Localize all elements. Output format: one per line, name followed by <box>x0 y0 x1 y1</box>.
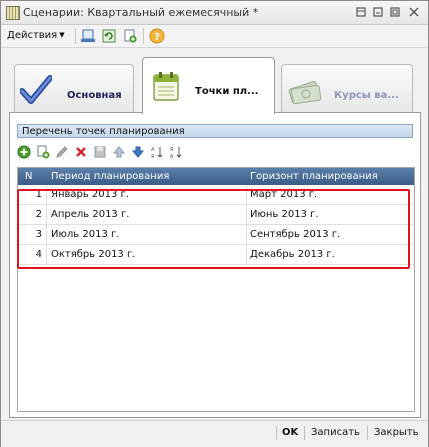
menu-icon[interactable] <box>353 4 369 20</box>
help-icon[interactable]: ? <box>149 28 165 44</box>
row-number: 2 <box>35 209 42 220</box>
table-row[interactable]: 2 Апрель 2013 г. Июнь 2013 г. <box>18 205 414 225</box>
footer-divider <box>367 426 368 440</box>
save-disk-icon[interactable] <box>93 145 107 159</box>
maximize-icon[interactable] <box>387 4 403 20</box>
svg-text:Я: Я <box>151 154 154 159</box>
window: Сценарии: Квартальный ежемесячный * Дейс… <box>0 0 429 447</box>
ok-button[interactable]: OK <box>282 427 298 438</box>
svg-text:A: A <box>170 154 174 159</box>
footer-divider <box>276 426 277 440</box>
horizon-cell[interactable]: Июнь 2013 г. <box>250 209 319 220</box>
sort-descending-icon[interactable]: ЯA <box>169 145 183 159</box>
refresh-icon[interactable] <box>101 28 117 44</box>
toolbar-divider <box>143 28 144 44</box>
tabs-area: Основная Точки пл... Курсы ва... Перечен… <box>9 57 421 418</box>
bottom-bar: OK Записать Закрыть <box>1 420 428 447</box>
column-header-horizon[interactable]: Горизонт планирования <box>250 171 378 182</box>
table-row[interactable]: 3 Июль 2013 г. Сентябрь 2013 г. <box>18 225 414 245</box>
period-cell[interactable]: Апрель 2013 г. <box>51 209 129 220</box>
save-button[interactable]: Записать <box>311 427 360 438</box>
tab-main-label: Основная <box>67 90 122 101</box>
svg-text:Я: Я <box>170 147 173 153</box>
planning-points-grid: N Период планирования Горизонт планирова… <box>17 167 415 412</box>
actions-menu-button[interactable]: Действия ▼ <box>7 30 65 41</box>
svg-text:?: ? <box>154 32 160 43</box>
add-row-icon[interactable] <box>17 145 31 159</box>
tab-planning-points-label: Точки пл... <box>195 86 259 97</box>
check-icon <box>20 75 52 104</box>
horizon-cell[interactable]: Март 2013 г. <box>250 189 317 200</box>
grid-header: N Период планирования Горизонт планирова… <box>18 168 414 185</box>
close-button[interactable]: Закрыть <box>374 427 419 438</box>
money-icon <box>288 81 322 105</box>
column-divider <box>46 185 47 265</box>
svg-text:A: A <box>151 147 155 153</box>
minimize-icon[interactable] <box>370 4 386 20</box>
period-cell[interactable]: Январь 2013 г. <box>51 189 129 200</box>
sort-ascending-icon[interactable]: AЯ <box>150 145 164 159</box>
section-title: Перечень точек планирования <box>17 124 413 138</box>
footer-divider <box>304 426 305 440</box>
app-icon <box>6 6 20 20</box>
table-row[interactable]: 1 Январь 2013 г. Март 2013 г. <box>18 185 414 205</box>
close-icon[interactable] <box>406 4 422 20</box>
horizon-cell[interactable]: Декабрь 2013 г. <box>250 249 335 260</box>
move-down-icon[interactable] <box>131 145 145 159</box>
delete-icon[interactable] <box>74 145 88 159</box>
post-document-icon[interactable] <box>80 28 96 44</box>
column-header-period[interactable]: Период планирования <box>51 171 169 182</box>
column-divider <box>246 185 247 265</box>
period-cell[interactable]: Июль 2013 г. <box>51 229 119 240</box>
chevron-down-icon: ▼ <box>59 31 65 39</box>
copy-row-icon[interactable] <box>36 145 50 159</box>
row-number: 4 <box>35 249 42 260</box>
title-bar: Сценарии: Квартальный ежемесячный * <box>1 1 428 25</box>
period-cell[interactable]: Октябрь 2013 г. <box>51 249 135 260</box>
tab-exchange-rates-label: Курсы ва... <box>334 90 399 101</box>
window-title: Сценарии: Квартальный ежемесячный * <box>23 6 259 19</box>
actions-menu-label: Действия <box>7 30 58 41</box>
main-toolbar: Действия ▼ ? <box>1 25 428 48</box>
column-header-n[interactable]: N <box>25 171 32 182</box>
row-number: 1 <box>35 189 42 200</box>
move-up-icon[interactable] <box>112 145 126 159</box>
table-row[interactable]: 4 Октябрь 2013 г. Декабрь 2013 г. <box>18 245 414 265</box>
tab-planning-points[interactable]: Точки пл... <box>142 57 275 114</box>
copy-document-icon[interactable] <box>122 28 138 44</box>
edit-pencil-icon[interactable] <box>55 145 69 159</box>
horizon-cell[interactable]: Сентябрь 2013 г. <box>250 229 340 240</box>
row-number: 3 <box>35 229 42 240</box>
grid-toolbar: AЯ ЯA <box>17 145 317 161</box>
tab-exchange-rates[interactable]: Курсы ва... <box>281 64 413 113</box>
toolbar-divider <box>75 28 76 44</box>
tab-main[interactable]: Основная <box>14 64 134 113</box>
calendar-icon <box>153 72 179 101</box>
tab-panel: Перечень точек планирования AЯ ЯA N Пери… <box>9 112 421 418</box>
